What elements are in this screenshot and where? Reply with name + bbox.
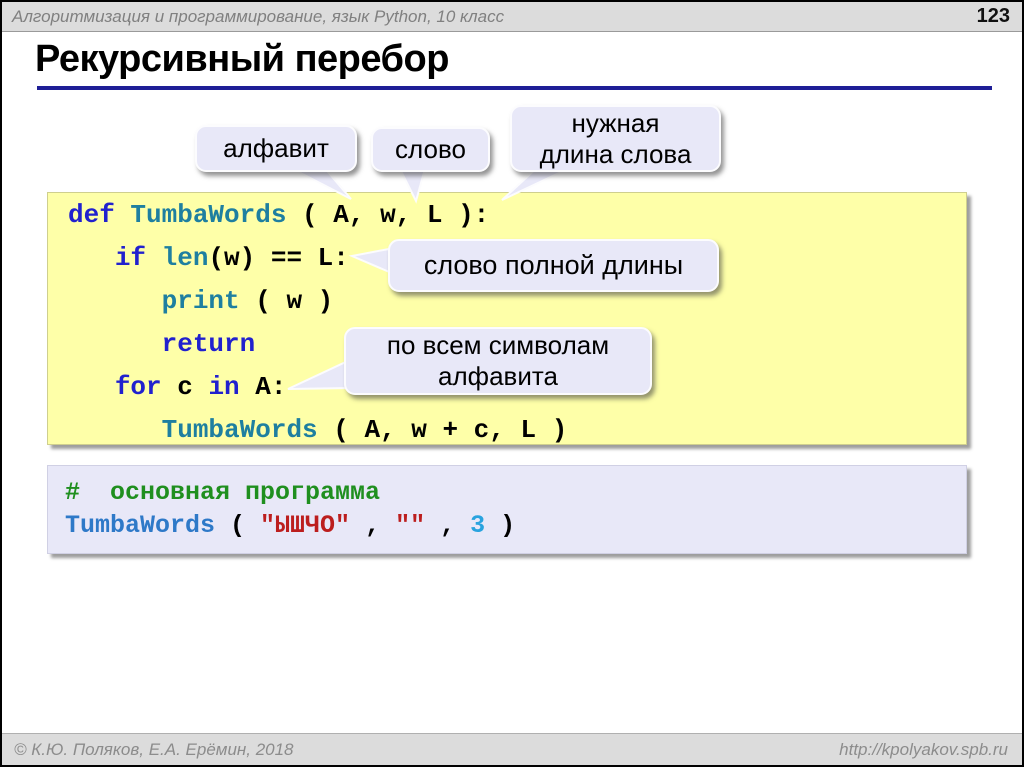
code-segment-kw: in <box>208 372 240 402</box>
callout-word: слово <box>371 127 490 172</box>
code-segment-pl: ( w ) <box>239 286 334 316</box>
code-segment-fn: print <box>161 286 240 316</box>
code-block-main-program: # основная программа TumbaWords ( "ЫШЧО" … <box>47 465 967 554</box>
copyright-text: © К.Ю. Поляков, Е.А. Ерёмин, 2018 <box>14 739 294 759</box>
callout-full-word: слово полной длины <box>388 239 719 292</box>
code-segment-pl: , <box>425 511 471 540</box>
slide-title: Рекурсивный перебор <box>35 38 449 80</box>
code-segment-fn: TumbaWords <box>161 415 318 445</box>
code-segment-kw: return <box>161 329 256 359</box>
code-segment-pl <box>68 415 162 445</box>
code-segment-pl: A: <box>239 372 287 402</box>
code-segment-pl: ( A, w + c, L ) <box>317 415 568 445</box>
page-number: 123 <box>976 5 1010 27</box>
code-segment-pl: c <box>161 372 209 402</box>
code-segment-pl: ( A, w, L ): <box>286 200 490 230</box>
top-bar: Алгоритмизация и программирование, язык … <box>2 2 1022 32</box>
course-title: Алгоритмизация и программирование, язык … <box>12 6 505 26</box>
callout-all-chars-line1: по всем символам <box>386 330 610 360</box>
code-segment-fn: TumbaWords <box>130 200 287 230</box>
code-segment-pl <box>68 329 162 359</box>
code-segment-pl: ( <box>215 511 261 540</box>
callout-word-length-line1: нужная <box>571 107 660 138</box>
callout-alphabet-text: алфавит <box>223 133 329 163</box>
code-segment-com: # основная программа <box>65 478 381 507</box>
callout-word-length: нужная длина слова <box>510 105 721 172</box>
code-segment-fncall: TumbaWords <box>65 511 216 540</box>
callout-word-length-line2: длина слова <box>539 138 692 169</box>
code-line: TumbaWords ( "ЫШЧО" , "" , 3 ) <box>65 509 966 542</box>
callout-all-chars-line2: алфавита <box>438 361 558 391</box>
callout-word-text: слово <box>395 134 466 164</box>
code-segment-pl: , <box>350 511 396 540</box>
slide: Алгоритмизация и программирование, язык … <box>0 0 1024 767</box>
footer-bar: © К.Ю. Поляков, Е.А. Ерёмин, 2018 http:/… <box>2 733 1022 765</box>
code-segment-pl <box>68 372 115 402</box>
code-segment-kw: for <box>114 372 162 402</box>
callout-full-word-text: слово полной длины <box>423 250 684 280</box>
code-block-recursive-function: def TumbaWords ( A, w, L ): if len(w) ==… <box>47 192 967 445</box>
code-segment-pl <box>68 286 162 316</box>
callout-alphabet: алфавит <box>195 125 357 172</box>
code-segment-str: "ЫШЧО" <box>260 511 351 540</box>
code-line: # основная программа <box>65 476 966 509</box>
code-segment-kw: if <box>114 243 162 273</box>
code-line: def TumbaWords ( A, w, L ): <box>68 194 966 237</box>
code-segment-str: "" <box>395 511 426 540</box>
code-segment-pl: ) <box>485 511 516 540</box>
code-segment-kw: def <box>68 200 131 230</box>
code-segment-num: 3 <box>470 511 486 540</box>
callout-all-chars: по всем символам алфавита <box>344 327 652 395</box>
footer-url: http://kpolyakov.spb.ru <box>839 739 1008 759</box>
code-segment-fn: len <box>161 243 209 273</box>
code-segment-pl <box>68 243 115 273</box>
title-underline <box>37 86 992 90</box>
code-segment-pl: (w) == L: <box>208 243 349 273</box>
code-line: TumbaWords ( A, w + c, L ) <box>68 409 966 452</box>
